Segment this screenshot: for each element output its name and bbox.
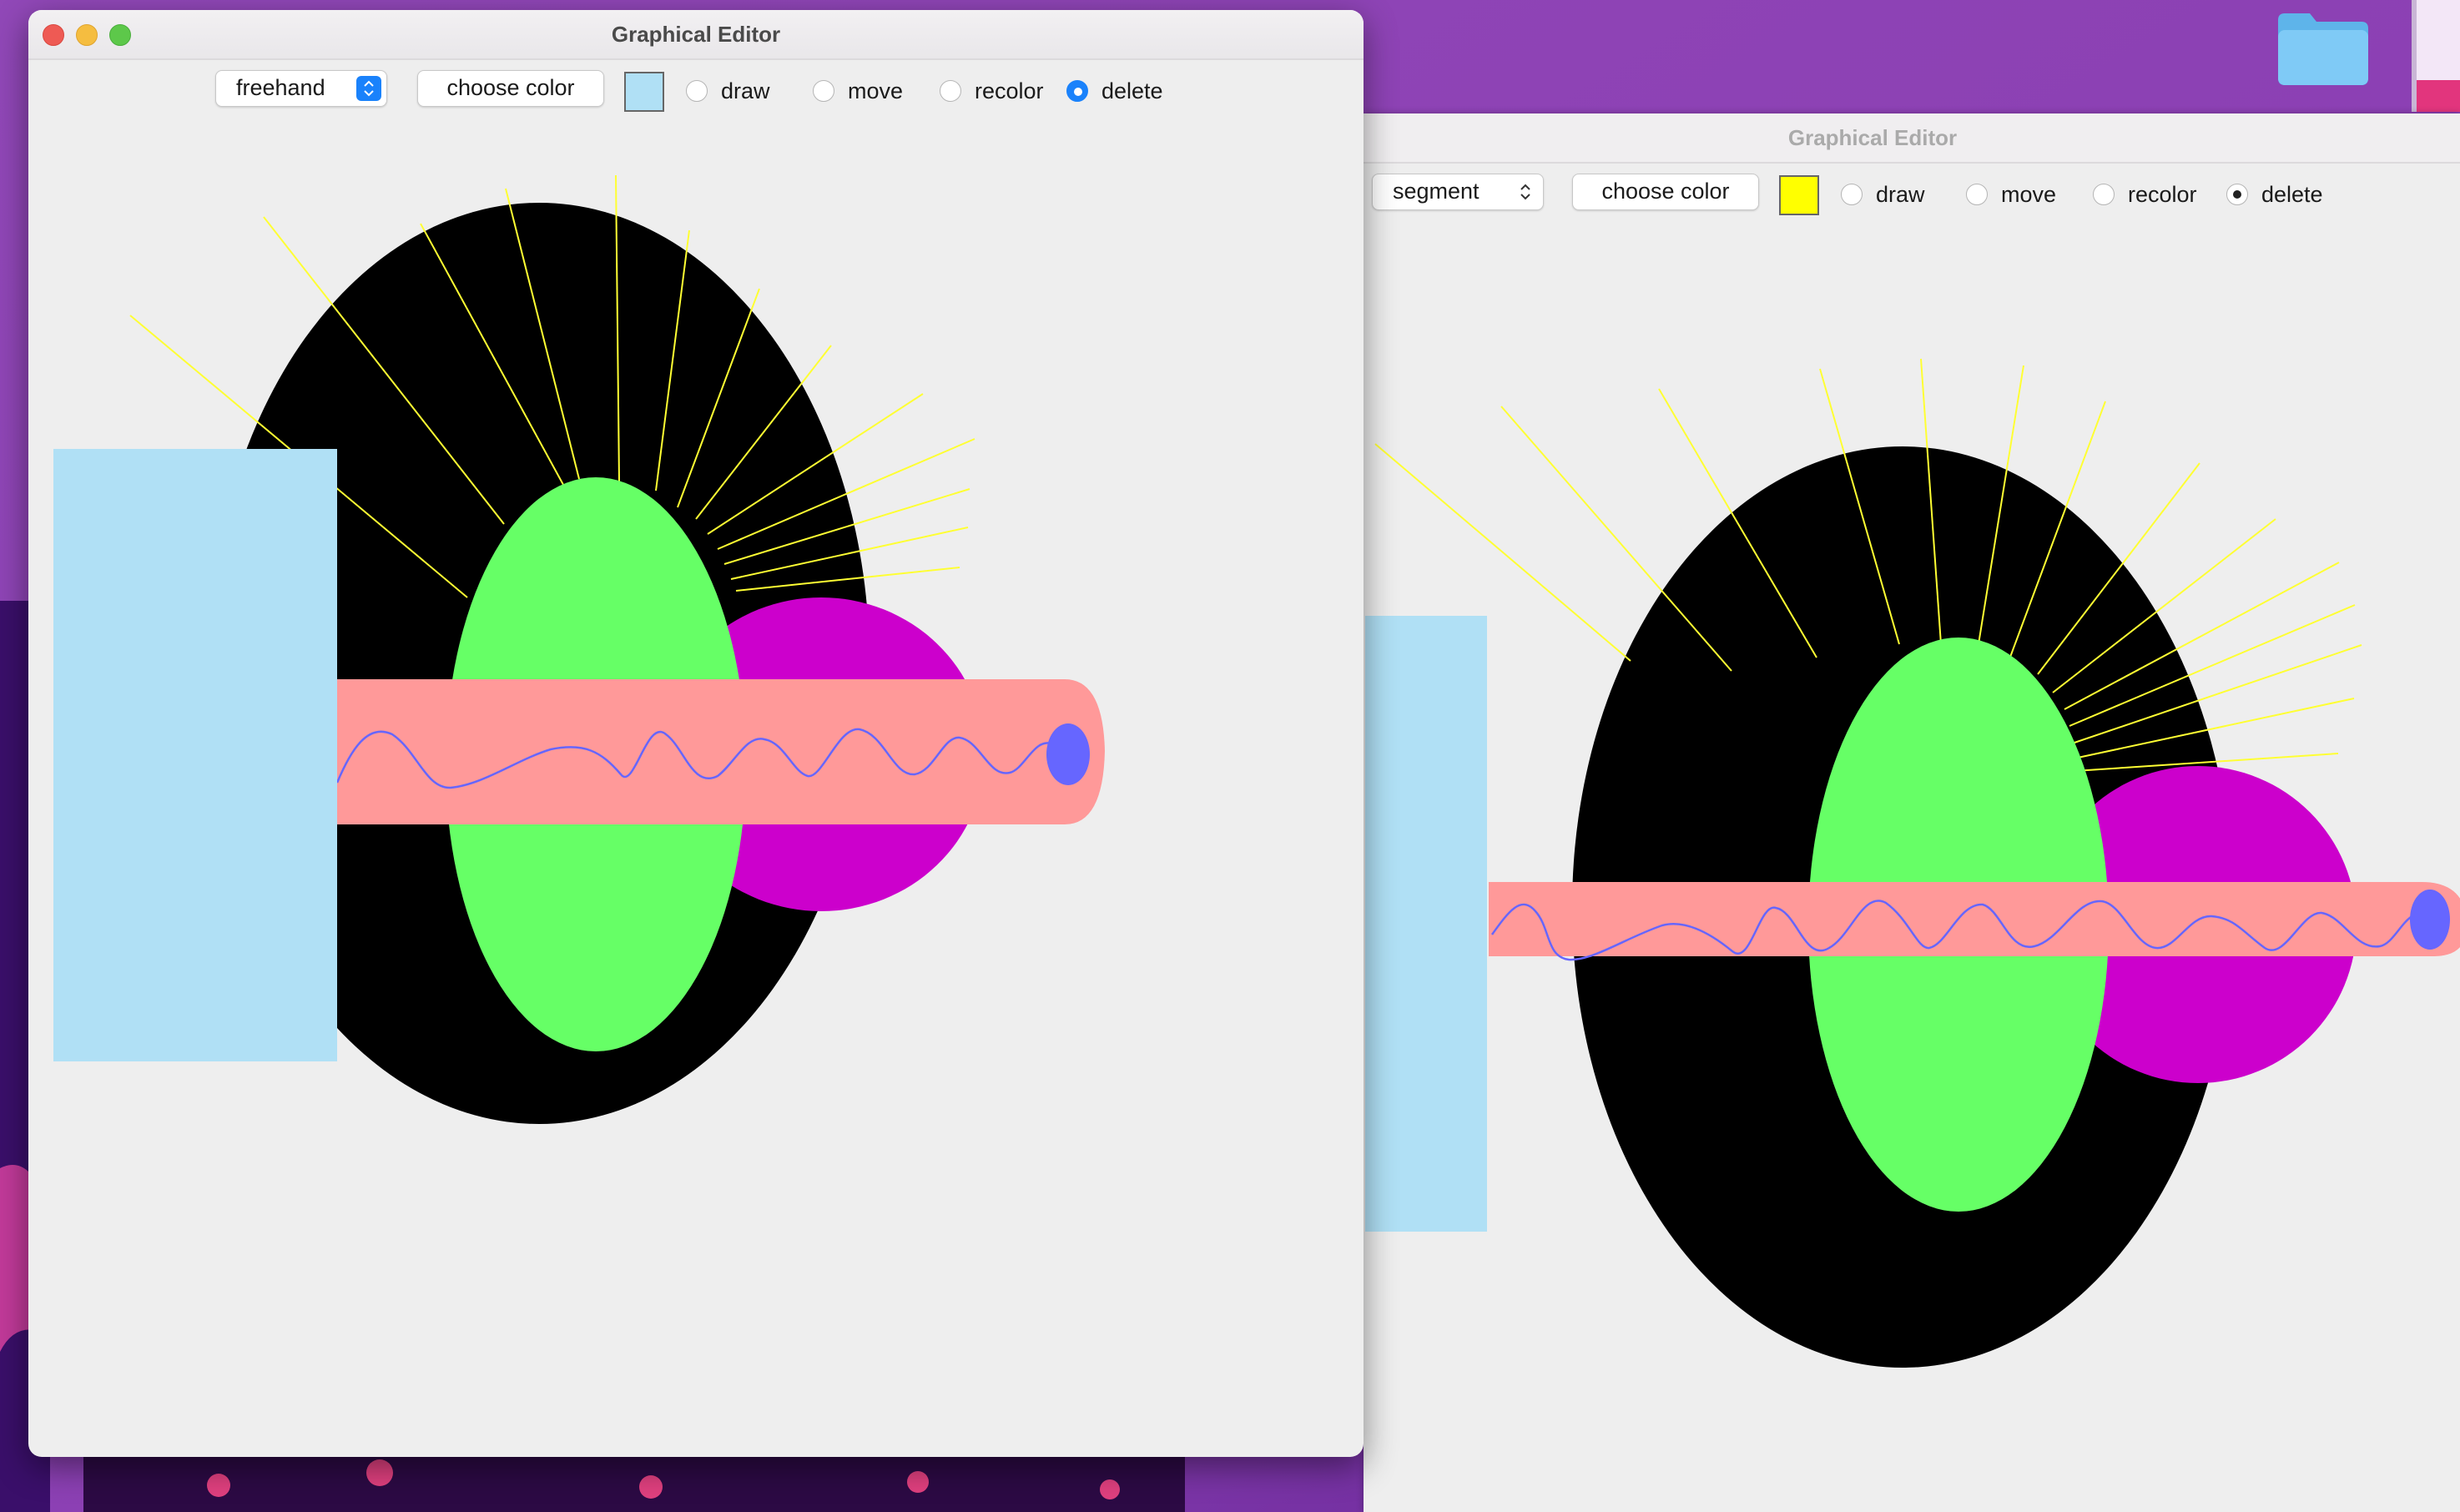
drawing-canvas[interactable]: [28, 123, 1364, 1457]
choose-color-button[interactable]: choose color: [1572, 174, 1759, 210]
radio-recolor[interactable]: recolor: [940, 77, 1044, 105]
radio-button-selected[interactable]: [1066, 80, 1088, 102]
radio-delete[interactable]: delete: [1066, 77, 1163, 105]
radio-draw[interactable]: draw: [1841, 180, 1925, 209]
radio-label: move: [2001, 181, 2057, 207]
current-color-swatch[interactable]: [624, 72, 664, 112]
radio-button[interactable]: [2093, 184, 2115, 205]
shape-type-value: segment: [1393, 179, 1480, 204]
radio-button[interactable]: [813, 80, 834, 102]
radio-move[interactable]: move: [813, 77, 903, 105]
radio-delete[interactable]: delete: [2226, 180, 2323, 209]
chevron-updown-icon: [1513, 179, 1538, 204]
folder-icon[interactable]: [2275, 8, 2372, 87]
editor-window-back: Graphical Editor segment choose color dr…: [1364, 113, 2460, 1512]
radio-label: move: [848, 78, 904, 103]
editor-window-front: Graphical Editor freehand choose color d…: [28, 10, 1364, 1457]
window-title: Graphical Editor: [1787, 125, 1958, 150]
chevron-updown-icon: [356, 76, 381, 101]
book-icon[interactable]: [2403, 0, 2460, 112]
radio-move[interactable]: move: [1966, 180, 2056, 209]
toolbar: freehand choose color draw move recolor …: [28, 70, 1364, 117]
pink-bar[interactable]: [1489, 882, 2460, 956]
shape-type-select[interactable]: freehand: [215, 70, 387, 107]
drawing-canvas[interactable]: [1364, 230, 2460, 1512]
radio-label: delete: [2261, 181, 2323, 207]
shape-type-value: freehand: [236, 75, 325, 100]
radio-draw[interactable]: draw: [686, 77, 770, 105]
radio-label: recolor: [2128, 181, 2197, 207]
light-blue-rectangle[interactable]: [53, 449, 337, 1061]
title-bar[interactable]: Graphical Editor: [28, 10, 1364, 60]
radio-label: recolor: [975, 78, 1044, 103]
radio-label: draw: [721, 78, 770, 103]
title-bar[interactable]: Graphical Editor: [1364, 113, 2460, 164]
radio-button[interactable]: [1841, 184, 1863, 205]
radio-label: draw: [1876, 181, 1925, 207]
shape-type-select[interactable]: segment: [1372, 174, 1544, 210]
choose-color-button[interactable]: choose color: [417, 70, 604, 107]
light-blue-rectangle[interactable]: [1365, 616, 1487, 1232]
radio-button[interactable]: [940, 80, 961, 102]
blue-dot[interactable]: [1046, 723, 1090, 785]
radio-button[interactable]: [1966, 184, 1988, 205]
current-color-swatch[interactable]: [1779, 175, 1819, 215]
radio-recolor[interactable]: recolor: [2093, 180, 2197, 209]
radio-button-selected[interactable]: [2226, 184, 2248, 205]
pink-bar[interactable]: [317, 679, 1105, 824]
radio-label: delete: [1101, 78, 1163, 103]
radio-button[interactable]: [686, 80, 708, 102]
blue-dot[interactable]: [2410, 890, 2450, 950]
toolbar: segment choose color draw move recolor d…: [1364, 174, 2460, 220]
window-title: Graphical Editor: [611, 22, 781, 47]
